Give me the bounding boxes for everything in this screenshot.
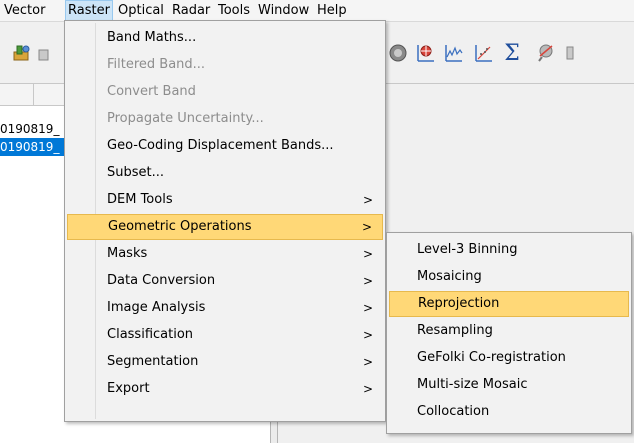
submenu-item-level3-binning[interactable]: Level-3 Binning <box>389 237 629 263</box>
submenu-item-gefolki-coregistration[interactable]: GeFolki Co-registration <box>389 345 629 371</box>
menu-item-masks[interactable]: Masks > <box>67 241 383 267</box>
submenu-item-reprojection[interactable]: Reprojection <box>389 291 629 317</box>
menu-optical[interactable]: Optical <box>116 0 166 22</box>
submenu-item-label: Resampling <box>417 323 493 338</box>
submenu-item-mosaicing[interactable]: Mosaicing <box>389 264 629 290</box>
menu-item-band-maths[interactable]: Band Maths... <box>67 25 383 51</box>
menu-vector[interactable]: Vector <box>2 0 47 22</box>
submenu-item-collocation[interactable]: Collocation <box>389 399 629 425</box>
chevron-right-icon: > <box>362 193 373 207</box>
submenu-item-label: Collocation <box>417 404 490 419</box>
chevron-right-icon: > <box>362 382 373 396</box>
submenu-item-label: GeFolki Co-registration <box>417 350 566 365</box>
menu-item-propagate-uncertainty: Propagate Uncertainty... <box>67 106 383 132</box>
menu-item-geo-coding-displacement[interactable]: Geo-Coding Displacement Bands... <box>67 133 383 159</box>
submenu-item-label: Reprojection <box>418 296 500 311</box>
submenu-item-label: Mosaicing <box>417 269 482 284</box>
menu-item-label: Geometric Operations <box>108 219 252 234</box>
product-explorer-header <box>0 84 70 106</box>
partial-icon[interactable] <box>560 40 584 66</box>
scatter-plot-icon[interactable] <box>472 40 496 66</box>
menu-window[interactable]: Window <box>256 0 311 22</box>
menu-help[interactable]: Help <box>315 0 349 22</box>
globe-icon[interactable] <box>386 40 410 66</box>
menu-tools[interactable]: Tools <box>216 0 252 22</box>
menu-item-subset[interactable]: Subset... <box>67 160 383 186</box>
menu-item-convert-band: Convert Band <box>67 79 383 105</box>
product-row[interactable]: 0190819_ <box>0 120 66 138</box>
menu-item-label: Band Maths... <box>107 30 197 45</box>
menu-item-data-conversion[interactable]: Data Conversion > <box>67 268 383 294</box>
menu-item-classification[interactable]: Classification > <box>67 322 383 348</box>
wind-rose-icon[interactable] <box>414 40 438 66</box>
chevron-right-icon: > <box>362 301 373 315</box>
menu-item-label: DEM Tools <box>107 192 173 207</box>
submenu-item-resampling[interactable]: Resampling <box>389 318 629 344</box>
menu-item-geometric-operations[interactable]: Geometric Operations > <box>67 214 383 240</box>
chevron-right-icon: > <box>362 274 373 288</box>
product-row-selected[interactable]: 0190819_ <box>0 138 66 156</box>
chevron-right-icon: > <box>362 328 373 342</box>
raster-menu: Band Maths... Filtered Band... Convert B… <box>64 20 386 422</box>
tool-icon-partial[interactable] <box>36 40 60 66</box>
menu-item-image-analysis[interactable]: Image Analysis > <box>67 295 383 321</box>
menu-item-export[interactable]: Export > <box>67 376 383 402</box>
menu-item-label: Data Conversion <box>107 273 216 288</box>
tool-icon[interactable] <box>10 40 34 66</box>
menu-item-label: Subset... <box>107 165 165 180</box>
header-tab[interactable] <box>0 84 34 106</box>
chevron-right-icon: > <box>362 247 373 261</box>
menu-bar: Vector Raster Optical Radar Tools Window… <box>0 0 634 22</box>
submenu-item-multi-size-mosaic[interactable]: Multi-size Mosaic <box>389 372 629 398</box>
spectrum-icon[interactable] <box>442 40 466 66</box>
menu-item-label: Masks <box>107 246 148 261</box>
menu-item-filtered-band: Filtered Band... <box>67 52 383 78</box>
geometric-operations-submenu: Level-3 Binning Mosaicing Reprojection R… <box>386 232 632 434</box>
chevron-right-icon: > <box>361 220 372 234</box>
submenu-item-label: Multi-size Mosaic <box>417 377 528 392</box>
sigma-icon[interactable]: Σ <box>500 40 524 66</box>
menu-item-segmentation[interactable]: Segmentation > <box>67 349 383 375</box>
chevron-right-icon: > <box>362 355 373 369</box>
menu-item-label: Export <box>107 381 150 396</box>
pin-icon[interactable] <box>534 40 558 66</box>
menu-item-label: Segmentation <box>107 354 199 369</box>
menu-item-label: Filtered Band... <box>107 57 206 72</box>
menu-radar[interactable]: Radar <box>170 0 212 22</box>
menu-item-label: Convert Band <box>107 84 196 99</box>
menu-item-label: Image Analysis <box>107 300 206 315</box>
menu-item-label: Geo-Coding Displacement Bands... <box>107 138 334 153</box>
menu-item-dem-tools[interactable]: DEM Tools > <box>67 187 383 213</box>
menu-item-label: Propagate Uncertainty... <box>107 111 264 126</box>
submenu-item-label: Level-3 Binning <box>417 242 518 257</box>
menu-raster[interactable]: Raster <box>65 0 113 22</box>
menu-item-label: Classification <box>107 327 194 342</box>
